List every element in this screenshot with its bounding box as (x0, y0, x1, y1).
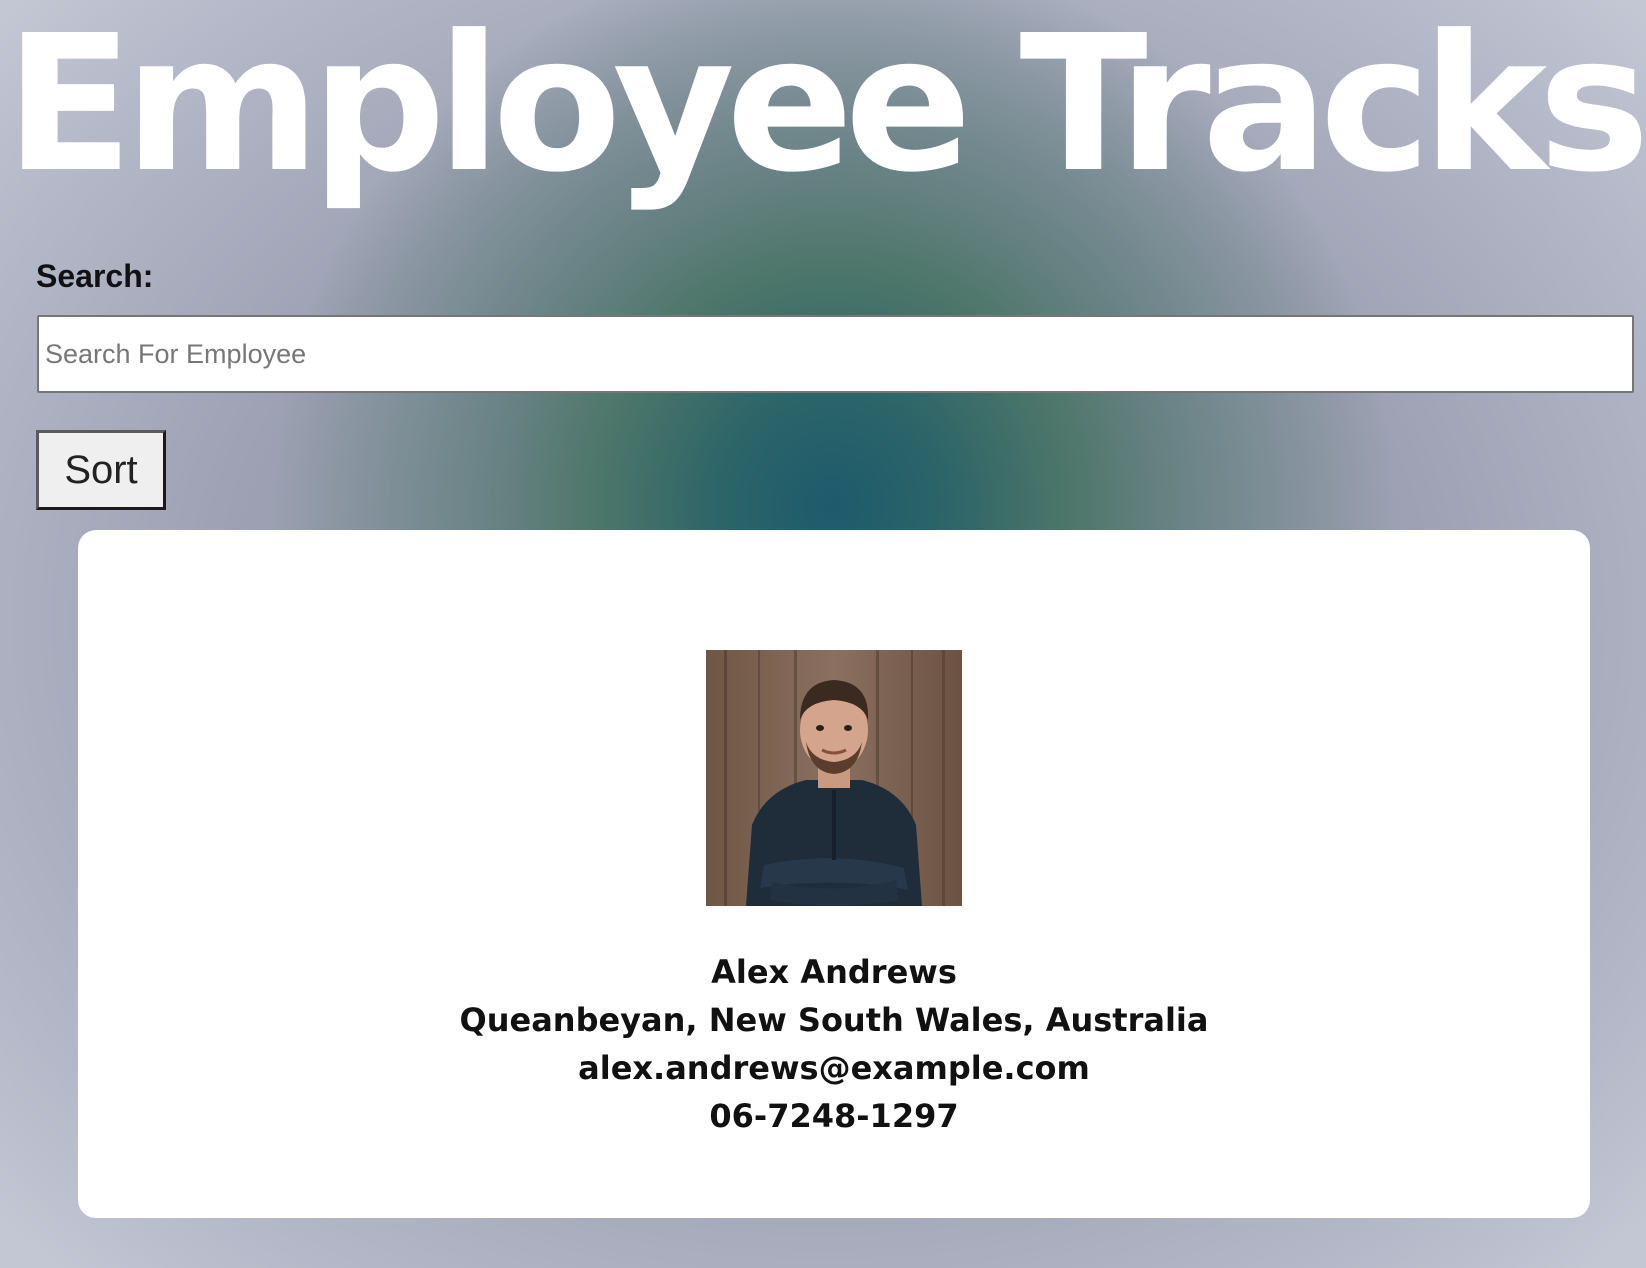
employee-photo (706, 650, 962, 906)
employee-location: Queanbeyan, New South Wales, Australia (459, 1001, 1209, 1039)
employee-name: Alex Andrews (711, 953, 957, 991)
page-title: Employee Tracks (4, 0, 1646, 214)
employee-email: alex.andrews@example.com (578, 1049, 1090, 1087)
search-input[interactable] (37, 315, 1634, 393)
sort-button[interactable]: Sort (36, 430, 166, 510)
employee-card: Alex Andrews Queanbeyan, New South Wales… (78, 530, 1590, 1218)
employee-info: Alex Andrews Queanbeyan, New South Wales… (78, 948, 1590, 1140)
employee-phone: 06-7248-1297 (709, 1097, 959, 1135)
search-label: Search: (36, 258, 154, 294)
